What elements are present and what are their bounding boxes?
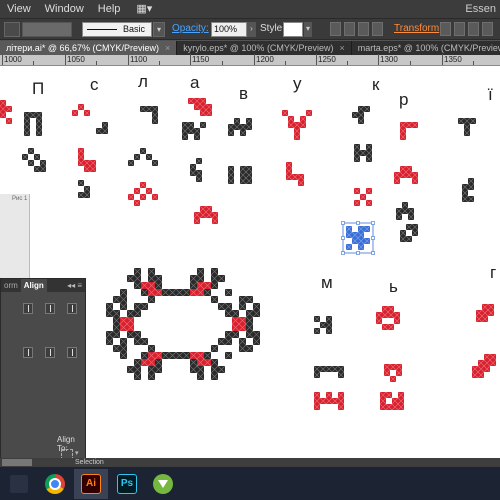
align-center-icon[interactable] bbox=[358, 22, 369, 36]
bridge-icon[interactable]: ▦▾ bbox=[129, 0, 159, 18]
document-tabs: літери.ai* @ 66,67% (CMYK/Preview) × kyry… bbox=[0, 41, 500, 55]
more-icon[interactable] bbox=[482, 22, 493, 36]
status-text: Selection bbox=[75, 459, 104, 466]
windows-icon bbox=[10, 474, 28, 493]
close-icon[interactable]: × bbox=[339, 43, 344, 53]
align-horizontal-center-icon[interactable] bbox=[45, 303, 55, 314]
panel-header: orm Align ◂◂ ≡ bbox=[1, 279, 85, 292]
status-bar: Selection bbox=[0, 458, 500, 467]
menu-bar: View Window Help ▦▾ Essen bbox=[0, 0, 500, 18]
opacity-input[interactable]: 100% bbox=[211, 22, 247, 37]
close-icon[interactable]: × bbox=[165, 43, 170, 53]
menu-view[interactable]: View bbox=[0, 0, 38, 18]
arrange-controls bbox=[440, 22, 496, 37]
ruler-label: 1300 bbox=[380, 55, 398, 64]
control-bar: Basic ▾ Opacity: 100% › Style: ▾ Transfo… bbox=[0, 18, 500, 40]
taskbar-utorrent[interactable] bbox=[146, 469, 180, 499]
tab-label: літери.ai* @ 66,67% (CMYK/Preview) bbox=[6, 43, 159, 53]
tab-align[interactable]: Align bbox=[20, 279, 47, 292]
ruler-label: 1350 bbox=[444, 55, 462, 64]
align-right-icon[interactable] bbox=[372, 22, 383, 36]
align-left-icon[interactable] bbox=[344, 22, 355, 36]
taskbar-illustrator[interactable]: Ai bbox=[74, 468, 108, 499]
transform-link[interactable]: Transform bbox=[394, 23, 439, 34]
distribute-icon[interactable] bbox=[454, 22, 465, 36]
align-left-icon[interactable] bbox=[23, 303, 33, 314]
stroke-profile-select[interactable]: Basic bbox=[82, 22, 152, 37]
menu-help[interactable]: Help bbox=[91, 0, 128, 18]
isolate-icon[interactable] bbox=[440, 22, 451, 36]
start-button[interactable] bbox=[2, 469, 36, 499]
fill-swatch[interactable] bbox=[4, 22, 20, 37]
thumb-label: Рис 1 bbox=[12, 196, 28, 202]
style-label: Style: bbox=[260, 23, 286, 34]
illustrator-window: View Window Help ▦▾ Essen Basic ▾ Opacit… bbox=[0, 0, 500, 500]
align-right-icon[interactable] bbox=[67, 303, 77, 314]
ruler-label: 1200 bbox=[256, 55, 274, 64]
ruler-label: 1250 bbox=[318, 55, 336, 64]
distribute-center-icon[interactable] bbox=[45, 347, 55, 358]
zoom-field[interactable] bbox=[2, 459, 32, 466]
chevron-right-icon[interactable]: › bbox=[247, 22, 256, 37]
ruler-label: 1000 bbox=[4, 55, 22, 64]
tab-liteary[interactable]: літери.ai* @ 66,67% (CMYK/Preview) × bbox=[0, 41, 178, 55]
opacity-link[interactable]: Opacity: bbox=[172, 23, 209, 34]
photoshop-icon: Ps bbox=[117, 473, 137, 494]
chevron-down-icon[interactable]: ▾ bbox=[304, 22, 312, 37]
utorrent-icon bbox=[153, 473, 173, 494]
chrome-icon bbox=[45, 473, 65, 494]
tab-transform[interactable]: orm bbox=[1, 279, 21, 292]
ruler-label: 1050 bbox=[67, 55, 85, 64]
chevron-down-icon[interactable]: ▾ bbox=[153, 22, 165, 37]
recolor-icon[interactable] bbox=[330, 22, 341, 36]
taskbar-chrome[interactable] bbox=[38, 469, 72, 499]
illustrator-icon: Ai bbox=[81, 473, 101, 494]
taskbar-photoshop[interactable]: Ps bbox=[110, 469, 144, 499]
ruler-label: 1100 bbox=[130, 55, 148, 64]
tab-marta[interactable]: marta.eps* @ 100% (CMYK/Preview)× bbox=[352, 41, 500, 55]
windows-taskbar: Ai Ps bbox=[0, 467, 500, 500]
stroke-weight-field[interactable] bbox=[22, 22, 72, 37]
tab-label: kyrylo.eps* @ 100% (CMYK/Preview) bbox=[183, 43, 334, 53]
workspace-switcher[interactable]: Essen bbox=[465, 0, 496, 18]
panel-menu-icon[interactable] bbox=[468, 22, 479, 36]
panel-menu-icon[interactable]: ◂◂ ≡ bbox=[67, 281, 85, 290]
distribute-left-icon[interactable] bbox=[23, 347, 33, 358]
distribute-right-icon[interactable] bbox=[67, 347, 77, 358]
align-panel: orm Align ◂◂ ≡ Align To: ▾ bbox=[0, 278, 86, 468]
horizontal-ruler[interactable]: 1000 1050 1100 1150 1200 1250 1300 1350 bbox=[0, 54, 500, 66]
chevron-down-icon[interactable]: ▾ bbox=[75, 449, 79, 457]
menu-window[interactable]: Window bbox=[38, 0, 91, 18]
graphic-style-swatch[interactable] bbox=[283, 22, 303, 37]
ruler-label: 1150 bbox=[192, 55, 210, 64]
align-controls bbox=[330, 22, 386, 37]
tab-label: marta.eps* @ 100% (CMYK/Preview) bbox=[357, 43, 500, 53]
tab-kyrylo[interactable]: kyrylo.eps* @ 100% (CMYK/Preview) × bbox=[177, 41, 352, 55]
